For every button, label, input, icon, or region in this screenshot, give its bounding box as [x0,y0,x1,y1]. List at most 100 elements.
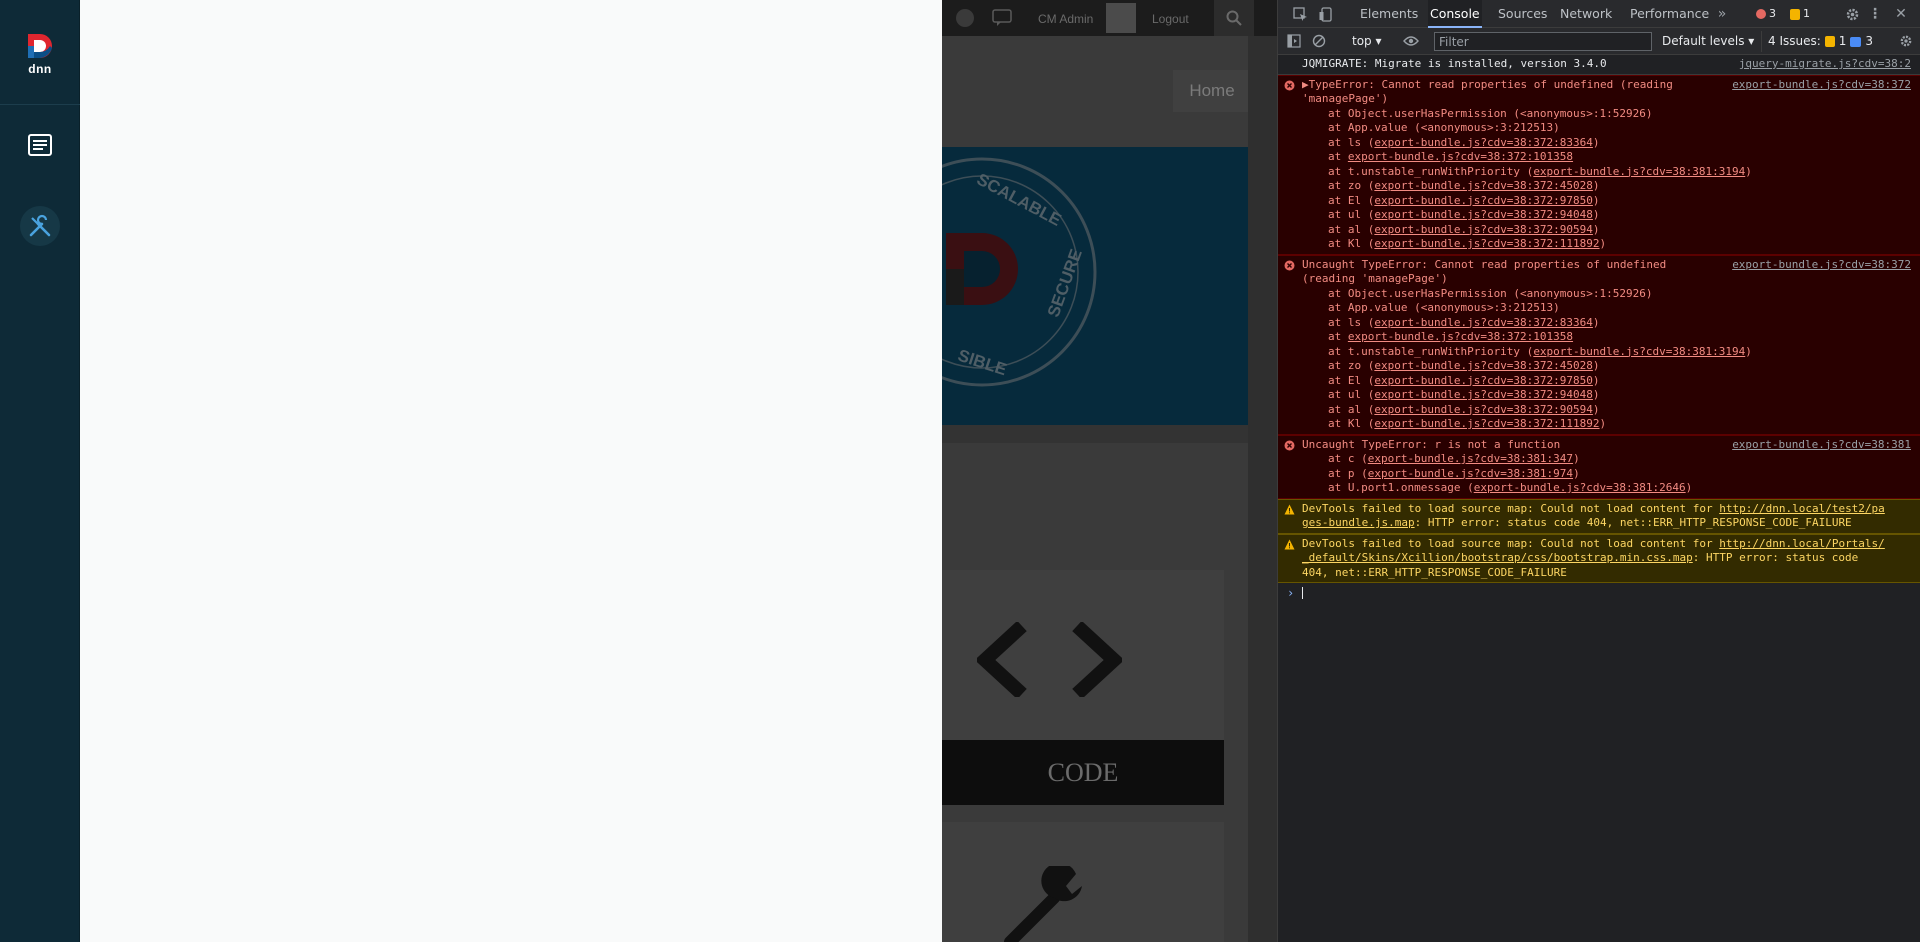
tab-network[interactable]: Network [1558,0,1614,28]
warning-text: DevTools failed to load source map: Coul… [1302,501,1720,515]
more-tabs-chevron-icon[interactable]: » [1714,6,1730,22]
console-message-warning: DevTools failed to load source map: Coul… [1278,498,1920,534]
error-circle-icon [1284,260,1295,271]
console-message-error: Uncaught TypeError: Cannot read properti… [1278,254,1920,435]
stack-frame-text: at App.value (<anonymous>:3:212513) [1328,121,1560,134]
stack-frame-suffix: ) [1592,359,1600,372]
stack-frame-text: at ul ( [1328,208,1375,221]
code-card[interactable]: CODE [942,570,1224,805]
stack-frame-link[interactable]: export-bundle.js?cdv=38:381:974 [1368,467,1573,480]
stack-frame-link[interactable]: export-bundle.js?cdv=38:372:97850 [1374,194,1593,207]
stack-frame-link[interactable]: export-bundle.js?cdv=38:372:83364 [1374,136,1593,149]
code-brackets-icon [977,622,1122,697]
stack-frame-link[interactable]: export-bundle.js?cdv=38:372:111892 [1374,417,1599,430]
stack-frame-text: at zo ( [1328,179,1375,192]
persona-item-tools[interactable] [20,206,60,246]
console-prompt[interactable]: › [1278,583,1920,603]
settings-gear-icon[interactable] [1844,6,1860,22]
stack-frame: at ls (export-bundle.js?cdv=38:372:83364… [1302,136,1897,151]
stack-frame: at App.value (<anonymous>:3:212513) [1302,121,1897,136]
close-devtools-icon[interactable]: ✕ [1894,6,1908,22]
message-source-link[interactable]: export-bundle.js?cdv=38:381 [1732,438,1911,453]
stack-frame-link[interactable]: export-bundle.js?cdv=38:381:3194 [1533,345,1745,358]
stack-frame-text: at Object.userHasPermission (<anonymous>… [1328,106,1653,120]
stack-frame-link[interactable]: export-bundle.js?cdv=38:381:3194 [1533,165,1745,178]
stack-frame-link[interactable]: export-bundle.js?cdv=38:372:111892 [1374,237,1599,250]
stack-frame-link[interactable]: export-bundle.js?cdv=38:372:90594 [1374,223,1593,236]
tab-performance[interactable]: Performance [1628,0,1711,28]
tab-sources[interactable]: Sources [1496,0,1549,28]
user-avatar[interactable] [1106,3,1136,33]
kebab-menu-icon[interactable]: ⋮ [1868,6,1882,22]
stack-frame-suffix: ) [1592,179,1600,192]
console-filter-input[interactable] [1434,32,1652,51]
device-toolbar-icon[interactable] [1318,6,1334,22]
stack-frame-suffix: ) [1599,237,1607,250]
inspect-element-icon[interactable] [1292,6,1308,22]
message-text: DevTools failed to load source map: Coul… [1302,502,1897,531]
stack-frame-link[interactable]: export-bundle.js?cdv=38:372:94048 [1374,388,1593,401]
messages-icon[interactable] [992,9,1012,27]
stack-frame: at Object.userHasPermission (<anonymous>… [1302,107,1897,122]
user-name[interactable]: CM Admin [1038,12,1093,26]
persona-divider [0,104,80,105]
stack-frame-link[interactable]: export-bundle.js?cdv=38:381:347 [1368,452,1573,465]
console-toolbar: top ▾ Default levels ▾ 4 Issues: 1 3 [1278,28,1920,55]
logout-link[interactable]: Logout [1152,12,1189,26]
stack-frame-link[interactable]: export-bundle.js?cdv=38:372:45028 [1374,179,1593,192]
stack-frame-suffix: ) [1592,315,1600,329]
clear-console-icon[interactable] [1311,33,1327,49]
stack-frame-link[interactable]: export-bundle.js?cdv=38:372:94048 [1374,208,1593,221]
hero-word-2: SECURE [1044,247,1086,320]
stack-frame-link[interactable]: export-bundle.js?cdv=38:372:90594 [1374,403,1593,416]
console-settings-gear-icon[interactable] [1898,33,1914,49]
site-topbar: CM Admin Logout [942,0,1278,36]
sidebar-toggle-icon[interactable] [1286,33,1302,49]
message-source-link[interactable]: export-bundle.js?cdv=38:372 [1732,78,1911,93]
stack-frame: at al (export-bundle.js?cdv=38:372:90594… [1302,223,1897,238]
context-selector[interactable]: top ▾ [1352,32,1382,51]
stack-frame-link[interactable]: export-bundle.js?cdv=38:372:97850 [1374,374,1593,387]
stack-frame: at ul (export-bundle.js?cdv=38:372:94048… [1302,208,1897,223]
stack-frame-link[interactable]: export-bundle.js?cdv=38:372:101358 [1348,150,1573,163]
error-count-badge[interactable]: 3 [1756,6,1776,22]
text-caret [1302,587,1303,599]
stack-frame-text: at zo ( [1328,359,1375,372]
notification-icon[interactable] [956,9,974,27]
warning-count-badge[interactable]: 1 [1790,6,1810,22]
stack-frame-suffix: ) [1685,481,1693,494]
issue-warning-icon [1824,36,1835,47]
message-text: DevTools failed to load source map: Coul… [1302,537,1897,581]
tab-elements[interactable]: Elements [1358,0,1420,28]
stack-frame-link[interactable]: export-bundle.js?cdv=38:372:45028 [1374,359,1593,372]
log-levels-dropdown[interactable]: Default levels ▾ [1662,32,1754,51]
stack-frame: at El (export-bundle.js?cdv=38:372:97850… [1302,194,1897,209]
stack-frame-link[interactable]: export-bundle.js?cdv=38:372:83364 [1374,316,1593,329]
stack-frame-link[interactable]: export-bundle.js?cdv=38:372:101358 [1348,330,1573,343]
console-message-log: JQMIGRATE: Migrate is installed, version… [1278,55,1920,75]
search-icon [1226,10,1242,26]
warning-suffix: : HTTP error: status code 404, net::ERR_… [1414,516,1852,529]
message-source-link[interactable]: export-bundle.js?cdv=38:372 [1732,258,1911,273]
stack-frame-link[interactable]: export-bundle.js?cdv=38:381:2646 [1474,481,1686,494]
live-expression-eye-icon[interactable] [1402,33,1420,49]
site-search-button[interactable] [1214,0,1254,36]
tab-console[interactable]: Console [1428,0,1482,28]
home-nav-button[interactable]: Home [1173,70,1251,112]
stack-frame: at Kl (export-bundle.js?cdv=38:372:11189… [1302,417,1897,432]
stack-frame-suffix: ) [1592,373,1600,387]
stack-frame-suffix: ) [1592,208,1600,221]
tools-card[interactable] [942,822,1224,942]
stack-frame: at export-bundle.js?cdv=38:372:101358 [1302,330,1897,345]
stack-frame-suffix: ) [1592,193,1600,207]
issues-counter[interactable]: 4 Issues: 1 3 [1761,31,1879,52]
message-source-link[interactable]: jquery-migrate.js?cdv=38:2 [1739,57,1911,72]
stack-frame: at t.unstable_runWithPriority (export-bu… [1302,165,1897,180]
stack-frame-text: at p ( [1328,466,1368,480]
persona-item-content[interactable] [20,125,60,165]
console-message-error: ▶TypeError: Cannot read properties of un… [1278,74,1920,255]
console-message-warning: DevTools failed to load source map: Coul… [1278,533,1920,583]
stack-frame: at El (export-bundle.js?cdv=38:372:97850… [1302,374,1897,389]
stack-frame-text: at t.unstable_runWithPriority ( [1328,344,1534,358]
stack-frame: at zo (export-bundle.js?cdv=38:372:45028… [1302,359,1897,374]
